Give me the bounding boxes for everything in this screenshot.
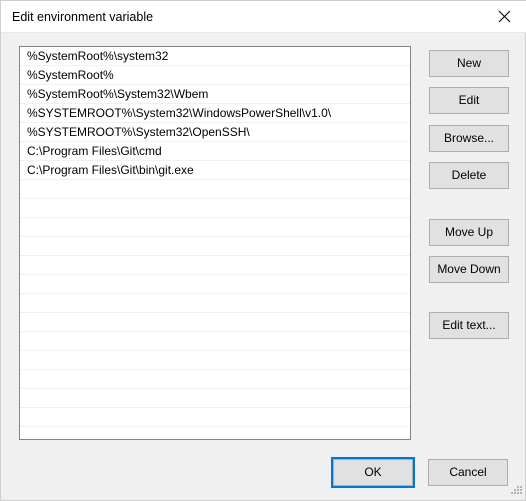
close-icon[interactable]: [482, 1, 526, 32]
list-item-empty[interactable]: [20, 199, 410, 218]
list-item[interactable]: C:\Program Files\Git\bin\git.exe: [20, 161, 410, 180]
ok-button-focus-ring: OK: [331, 457, 415, 488]
list-item[interactable]: %SYSTEMROOT%\System32\WindowsPowerShell\…: [20, 104, 410, 123]
list-item[interactable]: C:\Program Files\Git\cmd: [20, 142, 410, 161]
edit-environment-variable-dialog: Edit environment variable %SystemRoot%\s…: [0, 0, 526, 501]
edit-text-button[interactable]: Edit text...: [429, 312, 509, 339]
list-item-empty[interactable]: [20, 180, 410, 199]
browse-button[interactable]: Browse...: [429, 125, 509, 152]
list-item-empty[interactable]: [20, 218, 410, 237]
window-title: Edit environment variable: [12, 10, 154, 24]
delete-button[interactable]: Delete: [429, 162, 509, 189]
list-item-empty[interactable]: [20, 389, 410, 408]
list-item-empty[interactable]: [20, 275, 410, 294]
list-item-empty[interactable]: [20, 408, 410, 427]
list-item[interactable]: %SYSTEMROOT%\System32\OpenSSH\: [20, 123, 410, 142]
move-down-button[interactable]: Move Down: [429, 256, 509, 283]
list-item[interactable]: %SystemRoot%\System32\Wbem: [20, 85, 410, 104]
resize-grip-icon[interactable]: [509, 484, 522, 497]
cancel-button[interactable]: Cancel: [428, 459, 508, 486]
list-item-empty[interactable]: [20, 332, 410, 351]
edit-button[interactable]: Edit: [429, 87, 509, 114]
list-item-empty[interactable]: [20, 256, 410, 275]
title-bar: Edit environment variable: [1, 1, 526, 33]
list-item-empty[interactable]: [20, 370, 410, 389]
new-button[interactable]: New: [429, 50, 509, 77]
list-item[interactable]: %SystemRoot%\system32: [20, 47, 410, 66]
move-up-button[interactable]: Move Up: [429, 219, 509, 246]
path-entries-listbox[interactable]: %SystemRoot%\system32 %SystemRoot% %System…: [19, 46, 411, 440]
ok-button[interactable]: OK: [333, 459, 413, 486]
list-item-empty[interactable]: [20, 294, 410, 313]
list-item-empty[interactable]: [20, 351, 410, 370]
list-item[interactable]: %SystemRoot%: [20, 66, 410, 85]
list-item-empty[interactable]: [20, 313, 410, 332]
list-item-empty[interactable]: [20, 237, 410, 256]
